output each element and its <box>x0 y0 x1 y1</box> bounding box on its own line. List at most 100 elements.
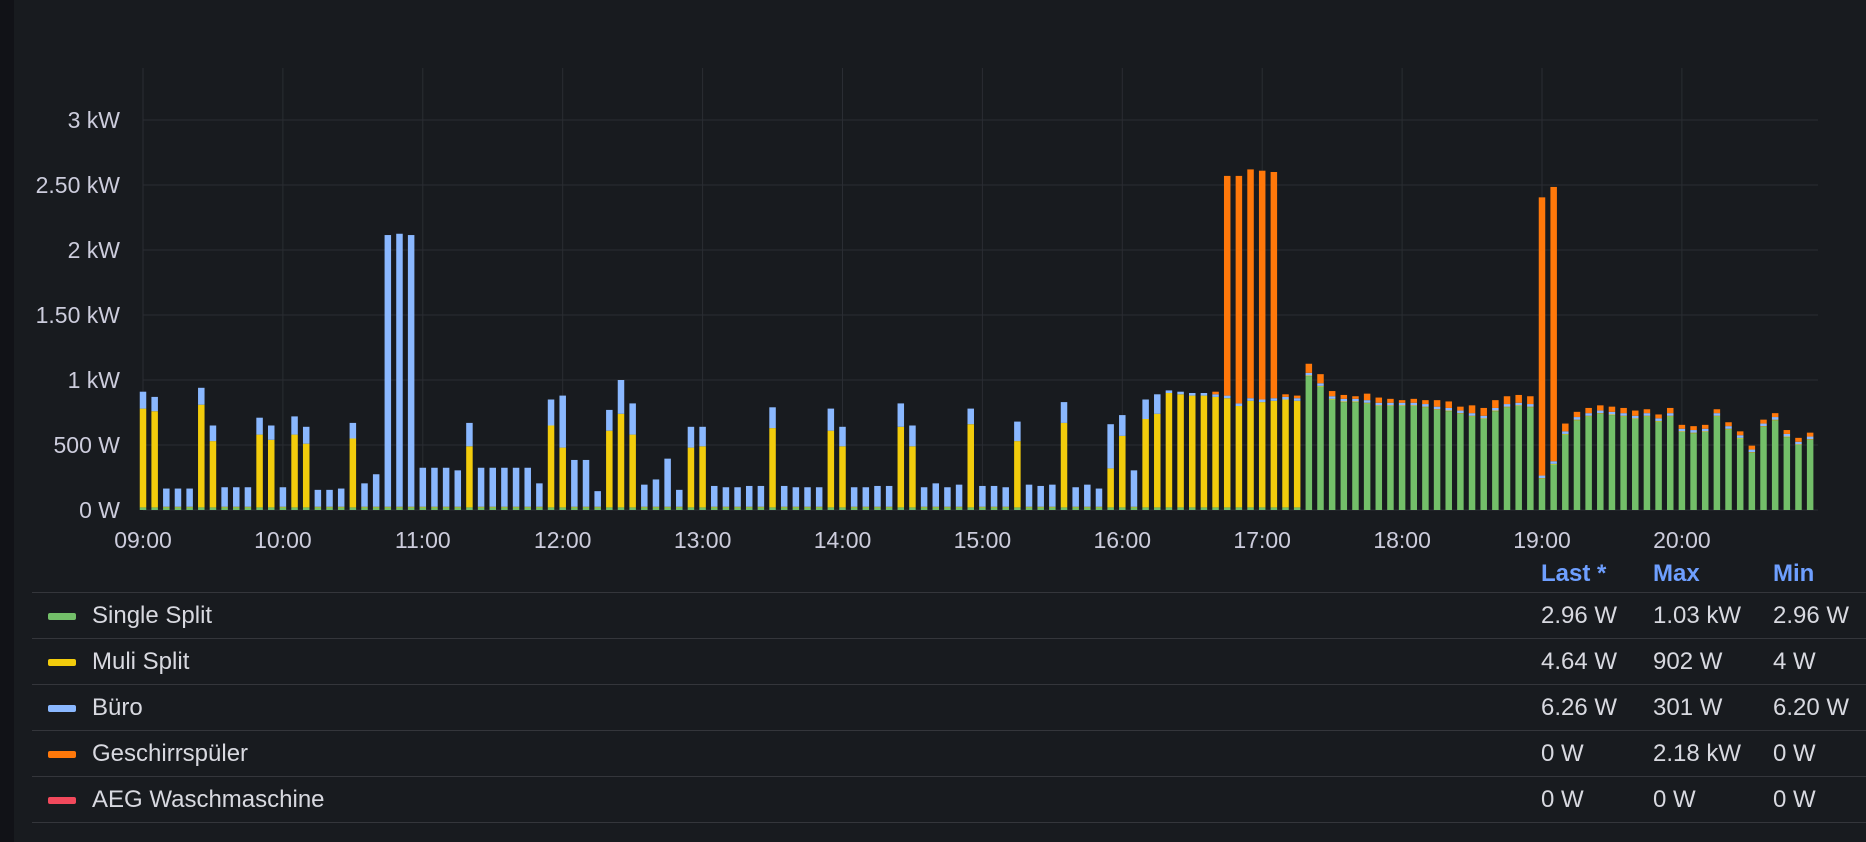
bar-segment <box>1410 402 1418 406</box>
bar-segment <box>1701 424 1709 429</box>
bar-segment <box>1130 506 1138 508</box>
legend-max-value: 2.18 kW <box>1653 740 1742 767</box>
bar-segment <box>606 430 613 508</box>
bar-segment <box>582 459 590 507</box>
legend-header-min[interactable]: Min <box>1773 560 1814 588</box>
bar-segment <box>1235 406 1243 508</box>
legend-series-name[interactable]: Single Split <box>92 602 212 630</box>
legend-series-name[interactable]: Geschirrspüler <box>92 740 248 768</box>
bar-segment <box>1398 405 1406 406</box>
y-tick-label: 500 W <box>54 432 121 458</box>
series-color-swatch[interactable] <box>48 705 76 712</box>
bar-segment <box>745 506 753 508</box>
bar-segment <box>1084 484 1091 507</box>
bar-segment <box>1282 399 1289 508</box>
bar-segment <box>1049 507 1056 510</box>
x-tick-label: 12:00 <box>534 527 592 552</box>
bar-segment <box>1258 402 1266 508</box>
legend-row-aeg-waschmaschine[interactable]: AEG Waschmaschine 0 W 0 W 0 W <box>32 776 1866 823</box>
bar-segment <box>1643 416 1651 510</box>
legend-header-max[interactable]: Max <box>1653 560 1700 588</box>
legend-series-name[interactable]: Muli Split <box>92 648 189 676</box>
bar-segment <box>198 404 205 508</box>
bar-segment <box>1701 428 1709 432</box>
legend-row-buero[interactable]: Büro 6.26 W 301 W 6.20 W <box>32 684 1866 730</box>
bar-segment <box>186 507 193 510</box>
legend-row-geschirrspueler[interactable]: Geschirrspüler 0 W 2.18 kW 0 W <box>32 730 1866 776</box>
bar-segment <box>932 507 940 510</box>
series-color-swatch[interactable] <box>48 797 76 804</box>
bar-segment <box>1375 406 1383 510</box>
bar-segment <box>1445 401 1452 408</box>
bar-segment <box>1177 394 1184 508</box>
bar-segment <box>1480 415 1487 419</box>
bar-segment <box>1643 415 1651 417</box>
legend-series-name[interactable]: Büro <box>92 694 143 722</box>
bar-segment <box>1189 393 1196 396</box>
bar-segment <box>501 467 508 507</box>
legend-row-muli-split[interactable]: Muli Split 4.64 W 902 W 4 W <box>32 638 1866 684</box>
bar-segment <box>1468 416 1476 510</box>
bar-segment <box>139 408 147 508</box>
legend-row-single-split[interactable]: Single Split 2.96 W 1.03 kW 2.96 W <box>32 592 1866 638</box>
bar-segment <box>1492 410 1499 412</box>
bar-segment <box>1562 431 1569 434</box>
bar-segment <box>1200 395 1208 508</box>
bar-segment <box>1608 415 1616 510</box>
bar-segment <box>1795 437 1802 442</box>
bar-segment <box>326 489 333 507</box>
legend-header-last[interactable]: Last * <box>1541 560 1606 588</box>
bar-segment <box>1666 415 1674 417</box>
bar-segment <box>1142 419 1149 508</box>
bar-segment <box>489 506 496 508</box>
bar-segment <box>512 507 520 510</box>
bar-segment <box>955 484 963 507</box>
bar-segment <box>1154 394 1161 414</box>
bar-segment <box>1352 398 1359 402</box>
bar-segment <box>512 506 520 508</box>
bar-segment <box>384 507 392 510</box>
bar-segment <box>944 487 951 507</box>
bar-segment <box>1748 445 1756 450</box>
bar-segment <box>244 506 252 508</box>
bar-segment <box>722 487 730 507</box>
bar-segment <box>1352 401 1359 403</box>
series-color-swatch[interactable] <box>48 613 76 620</box>
bar-segment <box>641 506 648 508</box>
bar-segment <box>1037 506 1044 508</box>
bar-segment <box>1725 428 1732 430</box>
bar-segment <box>780 506 788 508</box>
bar-segment <box>407 507 415 510</box>
bar-segment <box>664 507 671 510</box>
series-color-swatch[interactable] <box>48 659 76 666</box>
bar-segment <box>1340 401 1348 403</box>
bar-segment <box>1025 506 1033 508</box>
bar-segment <box>1282 507 1289 510</box>
bar-segment <box>1212 507 1219 510</box>
bar-segment <box>1002 506 1009 508</box>
bar-segment <box>1468 413 1476 416</box>
bar-segment <box>1212 391 1219 395</box>
bar-segment <box>1060 422 1068 508</box>
bar-segment <box>909 507 916 510</box>
series-color-swatch[interactable] <box>48 751 76 758</box>
bar-segment <box>349 422 357 439</box>
bar-segment <box>1107 507 1114 510</box>
bar-segment <box>1643 409 1651 414</box>
bar-segment <box>279 487 287 507</box>
legend-max-value: 0 W <box>1653 786 1696 813</box>
bar-segment <box>489 507 496 510</box>
bar-segment <box>139 391 147 409</box>
bar-segment <box>221 487 228 507</box>
bar-segment <box>920 506 928 508</box>
bar-segment <box>442 467 450 507</box>
legend-series-name[interactable]: AEG Waschmaschine <box>92 786 325 814</box>
bar-segment <box>1375 405 1383 406</box>
bar-segment <box>536 507 543 510</box>
bar-segment <box>1725 426 1732 429</box>
bar-segment <box>967 408 974 425</box>
bar-segment <box>1363 393 1371 401</box>
bar-segment <box>547 507 555 510</box>
bar-segment <box>1223 175 1231 396</box>
bar-segment <box>256 434 263 508</box>
